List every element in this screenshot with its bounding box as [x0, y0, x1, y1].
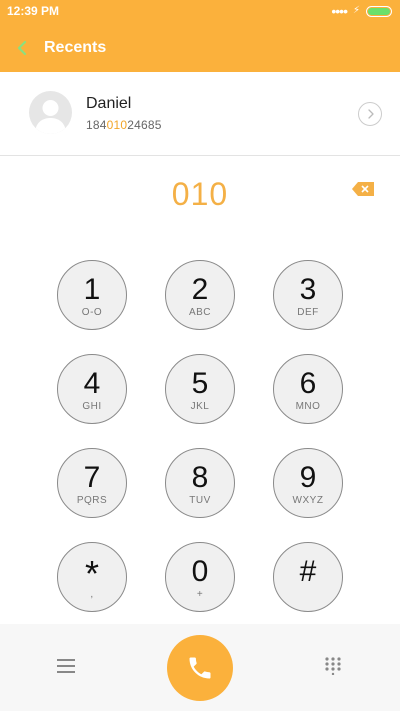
call-button[interactable] [167, 635, 233, 701]
key-letters: JKL [190, 401, 210, 412]
title-bar: Recents [0, 24, 400, 72]
battery-icon [366, 5, 392, 17]
chevron-right-icon [368, 109, 374, 119]
backspace-icon[interactable] [352, 182, 374, 196]
key-digit: 2 [191, 273, 209, 306]
key-star[interactable]: * , [57, 542, 127, 612]
key-letters: , [90, 589, 94, 600]
key-digit: 8 [191, 461, 209, 494]
key-letters: MNO [295, 401, 321, 412]
key-digit: # [299, 555, 317, 588]
number-suffix: 24685 [127, 118, 162, 132]
key-letters: O-O [81, 307, 103, 318]
key-digit: 1 [83, 273, 101, 306]
key-digit: 0 [191, 555, 209, 588]
app-header: 12:39 PM •••• ⚡ Recents [0, 0, 400, 72]
key-digit: 6 [299, 367, 317, 400]
key-hash[interactable]: # [273, 542, 343, 612]
battery-fill [368, 7, 390, 15]
dialed-number: 010 [171, 176, 229, 212]
status-indicators: •••• ⚡ [331, 3, 392, 19]
menu-icon[interactable] [57, 658, 75, 674]
key-letters: DEF [297, 307, 319, 318]
key-0[interactable]: 0 + [165, 542, 235, 612]
key-letters: TUV [189, 495, 211, 506]
bottom-action-bar [0, 624, 400, 711]
key-digit: 7 [83, 461, 101, 494]
key-7[interactable]: 7 PQRS [57, 448, 127, 518]
keypad-icon[interactable] [324, 657, 342, 676]
lightning-icon: ⚡ [352, 5, 360, 16]
key-letters: ABC [188, 307, 212, 318]
contact-name: Daniel [86, 95, 132, 112]
number-match-highlight: 010 [106, 118, 128, 132]
key-digit: 4 [83, 367, 101, 400]
status-bar: 12:39 PM •••• ⚡ [0, 0, 400, 24]
status-time: 12:39 PM [7, 4, 60, 18]
chevron-left-icon[interactable] [14, 37, 32, 59]
key-6[interactable]: 6 MNO [273, 354, 343, 424]
contact-detail-button[interactable] [358, 102, 382, 126]
key-letters: + [196, 589, 204, 600]
page-title: Recents [44, 39, 107, 56]
key-digit: 5 [191, 367, 209, 400]
key-8[interactable]: 8 TUV [165, 448, 235, 518]
key-digit: * [84, 553, 99, 594]
signal-dots-icon: •••• [331, 3, 348, 19]
contact-number: 18401024685 [86, 118, 162, 132]
key-2[interactable]: 2 ABC [165, 260, 235, 330]
key-digit: 3 [299, 273, 317, 306]
key-4[interactable]: 4 GHI [57, 354, 127, 424]
key-1[interactable]: 1 O-O [57, 260, 127, 330]
key-9[interactable]: 9 WXYZ [273, 448, 343, 518]
key-letters: WXYZ [292, 495, 324, 506]
recent-contact-row[interactable]: Daniel 18401024685 [0, 72, 400, 156]
phone-icon [189, 657, 211, 679]
number-prefix: 184 [86, 118, 107, 132]
key-letters: PQRS [76, 495, 108, 506]
key-letters: GHI [82, 401, 102, 412]
key-digit: 9 [299, 461, 317, 494]
person-icon [29, 91, 72, 134]
key-5[interactable]: 5 JKL [165, 354, 235, 424]
key-3[interactable]: 3 DEF [273, 260, 343, 330]
